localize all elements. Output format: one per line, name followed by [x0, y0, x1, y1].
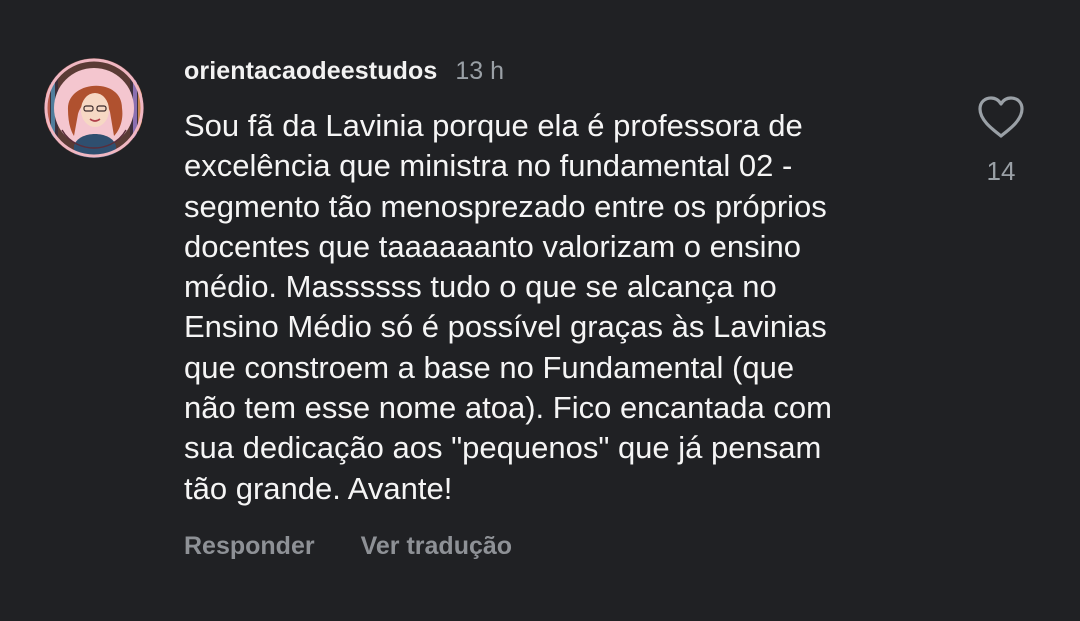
like-count: 14	[986, 156, 1016, 186]
comment-actions: Responder Ver tradução	[184, 532, 512, 561]
comment: orientacaodeestudos 13 h Sou fã da Lavin…	[0, 0, 1080, 621]
reply-button[interactable]: Responder	[184, 532, 315, 561]
heart-outline-icon	[978, 96, 1024, 138]
username[interactable]: orientacaodeestudos	[184, 57, 437, 86]
like-button[interactable]	[974, 94, 1028, 140]
translate-button[interactable]: Ver tradução	[361, 532, 512, 561]
avatar[interactable]	[44, 58, 144, 158]
comment-header: orientacaodeestudos 13 h	[184, 54, 504, 88]
timestamp: 13 h	[455, 56, 505, 85]
comment-text: Sou fã da Lavinia porque ela é professor…	[184, 108, 832, 506]
avatar-illustration	[44, 58, 144, 158]
